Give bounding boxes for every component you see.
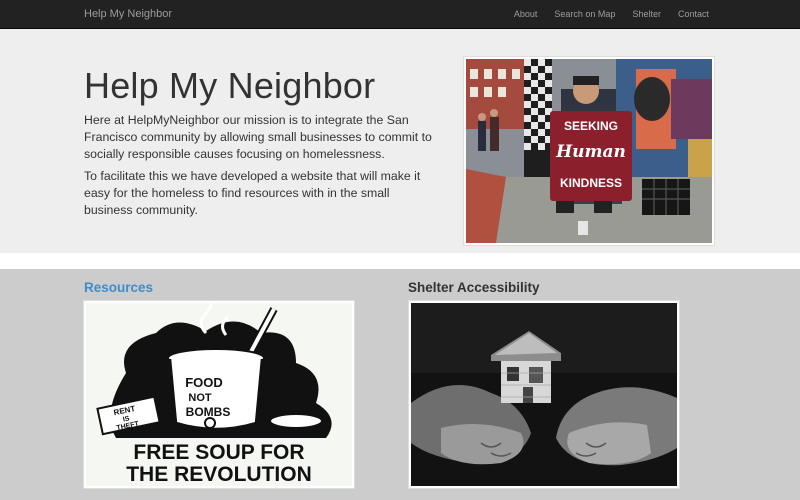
nav-about-link[interactable]: About [514, 9, 538, 19]
svg-text:FOOD: FOOD [185, 375, 223, 390]
svg-text:FREE SOUP FOR: FREE SOUP FOR [133, 441, 304, 464]
resources-image: FOOD NOT BOMBS RENT IS THEFT FREE SOUP F… [83, 300, 355, 489]
svg-text:THE REVOLUTION: THE REVOLUTION [126, 463, 312, 486]
nav-shelter-link[interactable]: Shelter [632, 9, 661, 19]
svg-text:SEEKING: SEEKING [564, 119, 618, 133]
hands-holding-house-photo [411, 303, 677, 486]
brand-link[interactable]: Help My Neighbor [84, 8, 172, 20]
nav-links: About Search on Map Shelter Contact [497, 9, 709, 19]
svg-text:KINDNESS: KINDNESS [560, 176, 622, 190]
features-section: Resources Shelter Accessibility FOOD NOT… [0, 269, 800, 500]
nav-contact-link[interactable]: Contact [678, 9, 709, 19]
nav-search-map-link[interactable]: Search on Map [554, 9, 615, 19]
food-not-bombs-illustration: FOOD NOT BOMBS RENT IS THEFT FREE SOUP F… [86, 301, 352, 486]
facilitate-paragraph: To facilitate this we have developed a w… [84, 169, 421, 217]
mission-paragraph: Here at HelpMyNeighbor our mission is to… [84, 113, 432, 161]
top-navbar: Help My Neighbor About Search on Map She… [0, 0, 800, 29]
shelter-image [408, 300, 680, 489]
seeking-kindness-photo: SEEKING Human KINDNESS [466, 59, 712, 243]
resources-link[interactable]: Resources [84, 280, 153, 295]
svg-text:NOT: NOT [188, 392, 212, 404]
hero-photo: SEEKING Human KINDNESS [463, 56, 715, 246]
hero-section: Help My Neighbor Here at HelpMyNeighbor … [0, 29, 800, 253]
page-title: Help My Neighbor [84, 65, 376, 106]
shelter-heading: Shelter Accessibility [408, 280, 540, 295]
svg-text:BOMBS: BOMBS [186, 405, 231, 419]
svg-text:Human: Human [555, 142, 626, 162]
